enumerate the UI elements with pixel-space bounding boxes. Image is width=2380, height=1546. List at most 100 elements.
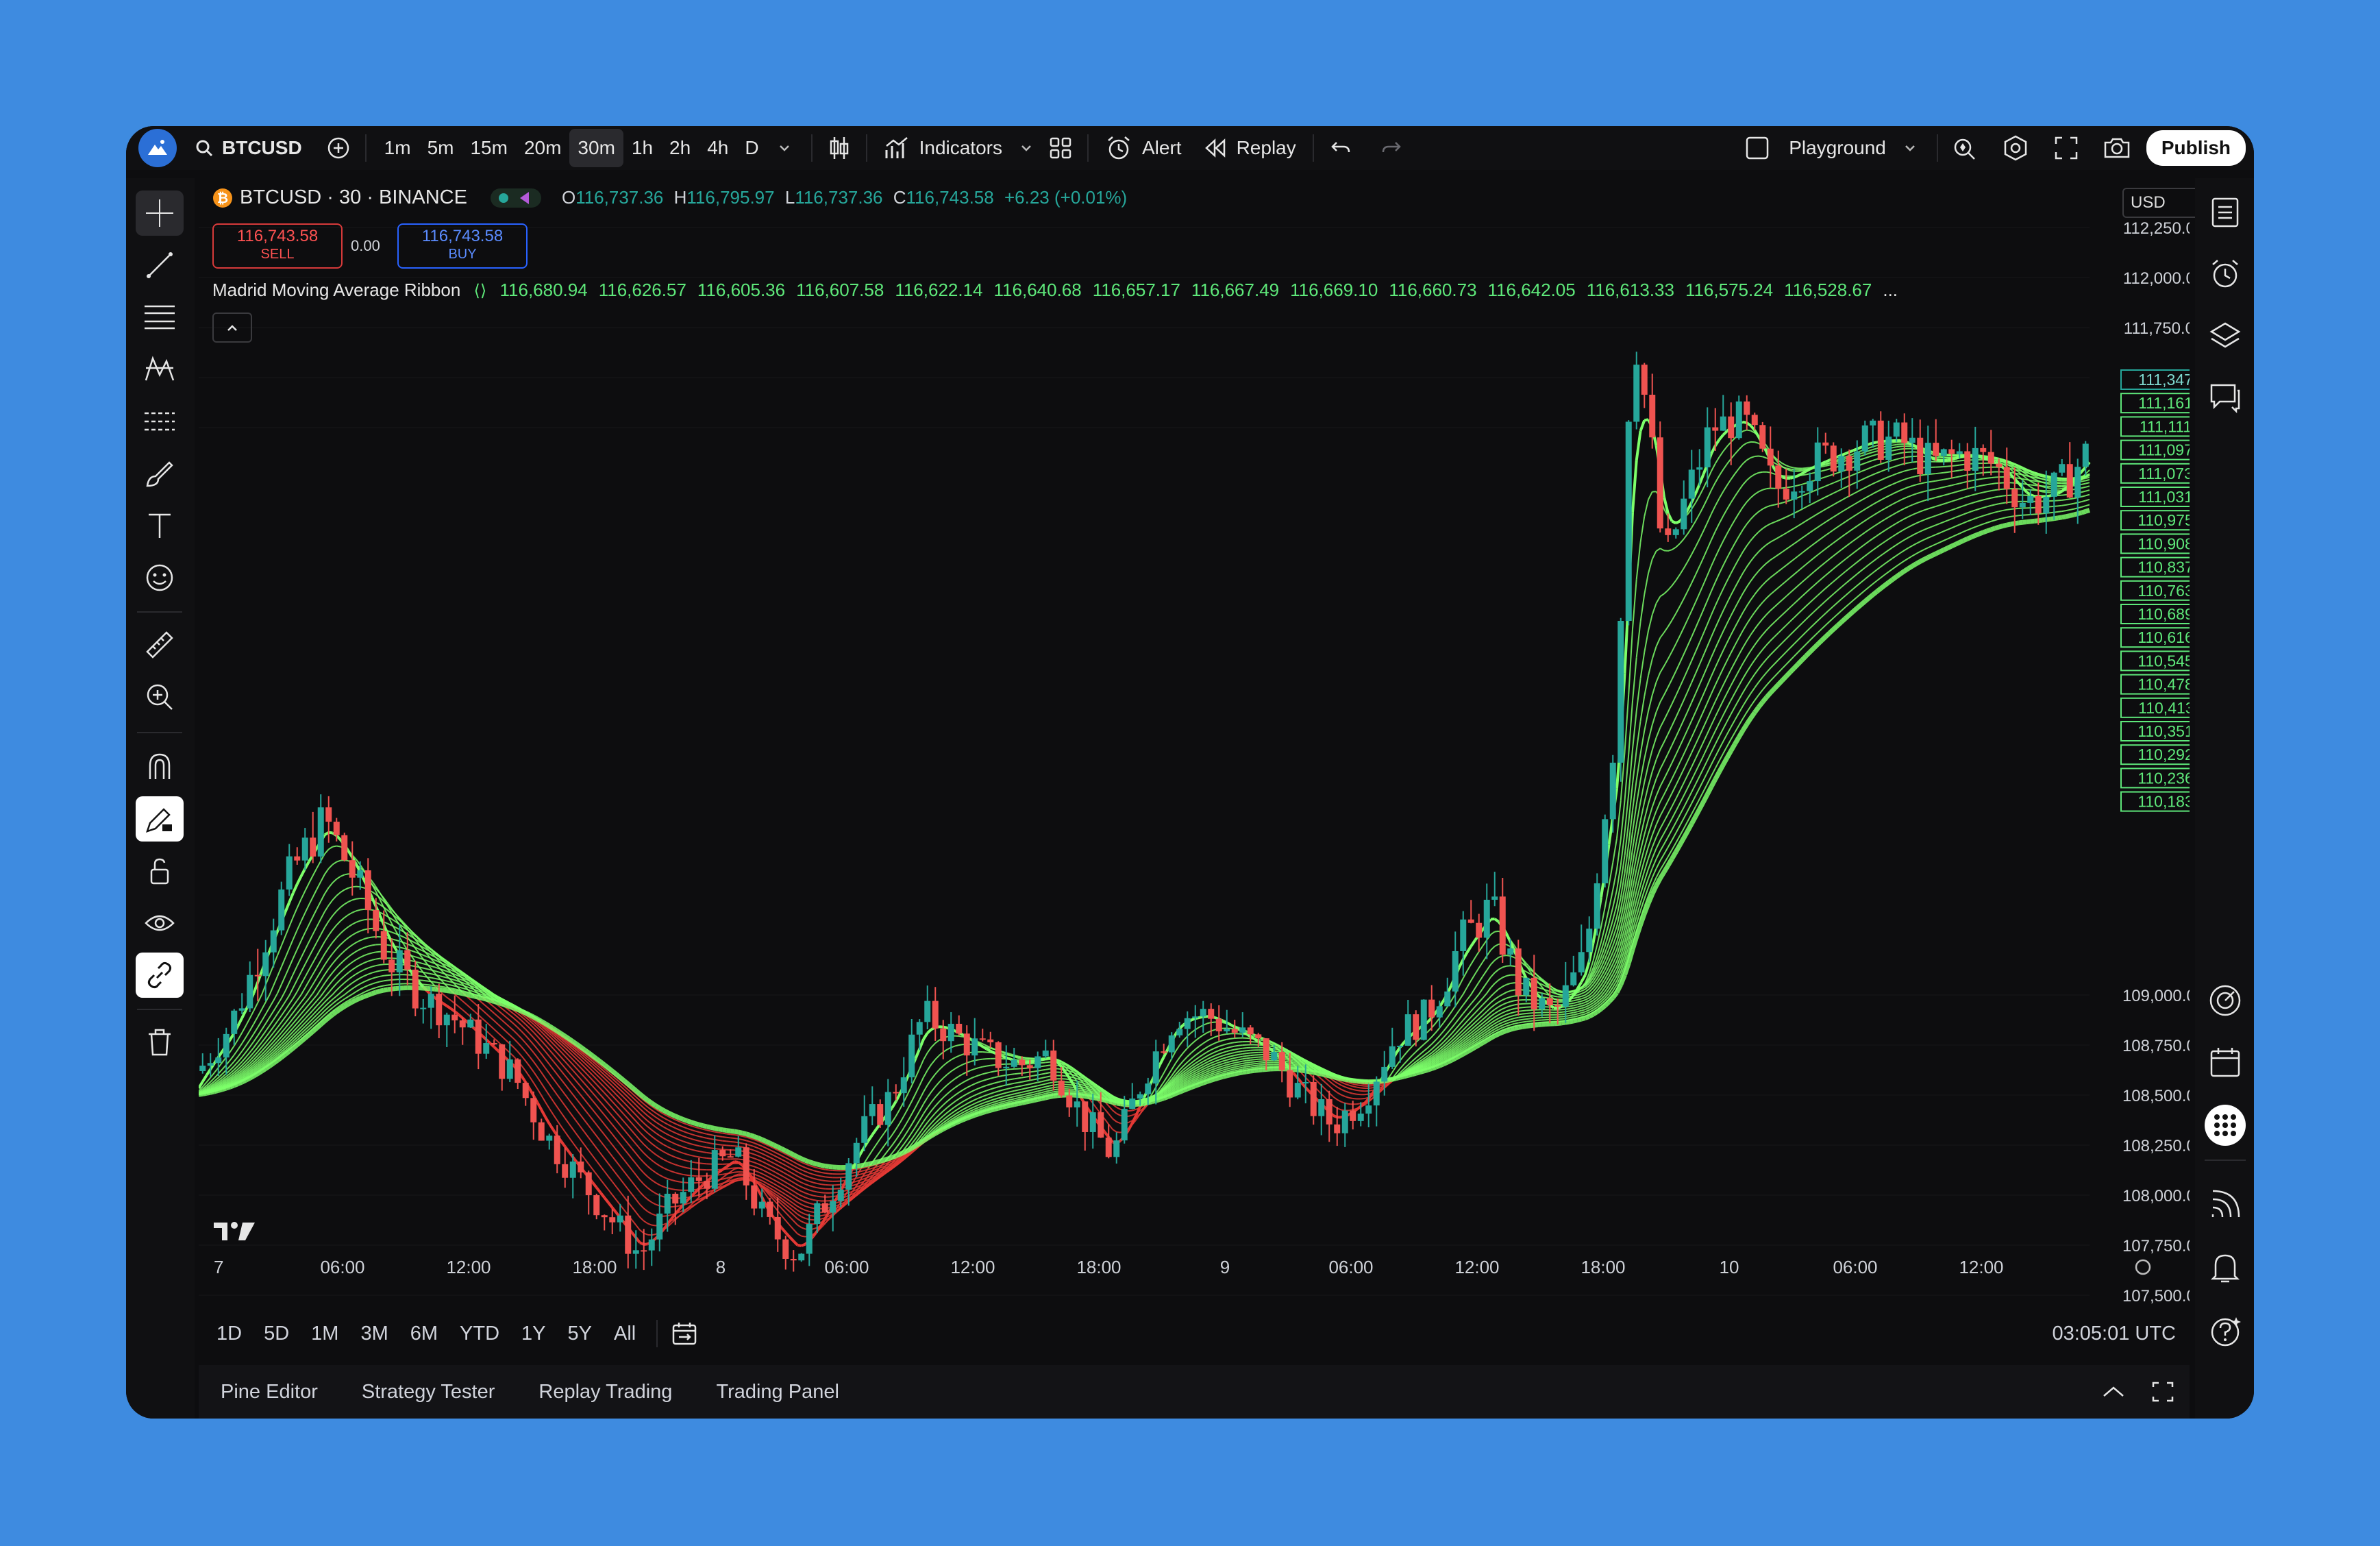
timeframe-5m[interactable]: 5m bbox=[419, 129, 462, 167]
ribbon-line-segment bbox=[1486, 977, 1491, 983]
ribbon-line-segment bbox=[899, 1127, 905, 1135]
compare-symbol-button[interactable] bbox=[321, 131, 356, 165]
snapshot-button[interactable] bbox=[2100, 131, 2134, 165]
ribbon-line-segment bbox=[592, 1130, 597, 1137]
ribbon-line-segment bbox=[1482, 992, 1488, 998]
chart-type-button[interactable] bbox=[822, 131, 856, 165]
ribbon-line-segment bbox=[982, 1084, 987, 1088]
indicators-dropdown[interactable] bbox=[1009, 131, 1043, 165]
ribbon-line-segment bbox=[623, 1148, 629, 1155]
ribbon-line-segment bbox=[765, 1182, 771, 1186]
text-tool[interactable] bbox=[136, 503, 184, 548]
layouts-button[interactable] bbox=[1043, 131, 1078, 165]
ribbon-line-segment bbox=[671, 1188, 675, 1190]
ribbon-line-segment bbox=[249, 1046, 255, 1053]
ribbon-line-segment bbox=[1112, 1118, 1117, 1122]
trend-line-tool[interactable] bbox=[136, 243, 184, 288]
hide-drawings-tool[interactable] bbox=[136, 900, 184, 946]
layout-dropdown[interactable] bbox=[1893, 131, 1927, 165]
ribbon-line-segment bbox=[958, 1101, 964, 1105]
timeframe-4h[interactable]: 4h bbox=[699, 129, 736, 167]
settings-button[interactable] bbox=[1998, 131, 2033, 165]
ribbon-line-segment bbox=[631, 1138, 637, 1145]
alert-button[interactable]: Alert bbox=[1098, 134, 1189, 162]
ribbon-line-segment bbox=[1498, 966, 1503, 970]
ribbon-line-segment bbox=[1825, 475, 1830, 478]
ribbon-line-segment bbox=[249, 1041, 255, 1048]
stay-in-drawing-mode-tool[interactable] bbox=[136, 796, 184, 842]
ribbon-line-segment bbox=[643, 1172, 649, 1177]
timeframe-1m[interactable]: 1m bbox=[376, 129, 419, 167]
ribbon-line-segment bbox=[264, 1031, 271, 1038]
remove-drawings-tool[interactable] bbox=[136, 1020, 184, 1065]
ribbon-line-segment bbox=[1490, 983, 1496, 989]
ribbon-line-segment bbox=[277, 966, 282, 977]
sync-drawings-tool[interactable] bbox=[136, 953, 184, 998]
app-logo[interactable] bbox=[138, 129, 177, 167]
ribbon-line-segment bbox=[288, 957, 294, 968]
ruler-tool[interactable] bbox=[136, 622, 184, 667]
divider bbox=[865, 134, 867, 162]
emoji-tool[interactable] bbox=[136, 555, 184, 600]
ribbon-line-segment bbox=[1868, 483, 1874, 487]
ribbon-line-segment bbox=[1746, 518, 1752, 525]
timeframe-2h[interactable]: 2h bbox=[661, 129, 699, 167]
ribbon-line-segment bbox=[1632, 579, 1637, 630]
ribbon-line-segment bbox=[797, 1205, 802, 1210]
lock-drawings-tool[interactable] bbox=[136, 848, 184, 894]
ribbon-line-segment bbox=[308, 896, 314, 905]
ribbon-line-segment bbox=[939, 1096, 944, 1103]
timeframe-20m[interactable]: 20m bbox=[516, 129, 569, 167]
ribbon-line-segment bbox=[1702, 548, 1709, 559]
timeframe-15m[interactable]: 15m bbox=[462, 129, 515, 167]
magnet-tool[interactable] bbox=[136, 744, 184, 789]
crosshair-tool[interactable] bbox=[136, 191, 184, 236]
ribbon-line-segment bbox=[1490, 1009, 1496, 1014]
ribbon-line-segment bbox=[517, 1016, 523, 1022]
ribbon-line-segment bbox=[1821, 461, 1826, 465]
layout-name-button[interactable]: Playground bbox=[1738, 136, 1893, 160]
ribbon-line-segment bbox=[990, 1087, 995, 1090]
forecast-tool[interactable] bbox=[136, 399, 184, 444]
pattern-tool[interactable] bbox=[136, 347, 184, 392]
indicators-button[interactable]: Indicators bbox=[877, 135, 1009, 161]
timeframe-dropdown[interactable] bbox=[767, 131, 802, 165]
ribbon-line-segment bbox=[934, 1081, 940, 1088]
redo-button[interactable] bbox=[1374, 131, 1409, 165]
zoom-tool[interactable] bbox=[136, 674, 184, 720]
symbol-search[interactable]: BTCUSD bbox=[195, 137, 302, 159]
ribbon-line-segment bbox=[572, 1142, 578, 1149]
trend-line-icon bbox=[147, 252, 173, 278]
ribbon-line-segment bbox=[1734, 558, 1740, 567]
divider bbox=[810, 134, 813, 162]
ribbon-line-segment bbox=[552, 1048, 558, 1054]
ribbon-line-segment bbox=[596, 1090, 602, 1096]
ribbon-line-segment bbox=[1506, 1001, 1511, 1004]
ribbon-line-segment bbox=[1238, 1047, 1243, 1050]
ribbon-line-segment bbox=[545, 1051, 550, 1057]
timeframe-1h[interactable]: 1h bbox=[623, 129, 661, 167]
ribbon-line-segment bbox=[635, 1135, 641, 1141]
brush-tool[interactable] bbox=[136, 451, 184, 496]
ribbon-line-segment bbox=[304, 904, 310, 913]
quick-search-button[interactable] bbox=[1948, 131, 1982, 165]
replay-button[interactable]: Replay bbox=[1197, 137, 1303, 159]
ribbon-line-segment bbox=[300, 932, 306, 942]
fullscreen-button[interactable] bbox=[2049, 131, 2083, 165]
ribbon-line-segment bbox=[619, 1166, 625, 1173]
ribbon-line-segment bbox=[923, 1052, 928, 1060]
ribbon-line-segment bbox=[1486, 996, 1491, 1001]
ribbon-line-segment bbox=[572, 1129, 578, 1136]
chart-pane[interactable]: 112,250.00112,000.00111,750.00111,500.00… bbox=[199, 178, 2190, 1305]
timeframe-d[interactable]: D bbox=[736, 129, 767, 167]
ribbon-line-segment bbox=[1215, 1053, 1219, 1057]
timeframe-30m[interactable]: 30m bbox=[569, 129, 623, 167]
ribbon-line-segment bbox=[356, 948, 361, 953]
ribbon-line-segment bbox=[1202, 1064, 1208, 1068]
undo-button[interactable] bbox=[1324, 131, 1358, 165]
publish-button[interactable]: Publish bbox=[2146, 130, 2246, 166]
chart-canvas[interactable]: 112,250.00112,000.00111,750.00111,500.00… bbox=[199, 178, 2190, 1305]
ribbon-line-segment bbox=[647, 1147, 652, 1153]
ribbon-line-segment bbox=[1202, 1062, 1208, 1065]
fib-tool[interactable] bbox=[136, 295, 184, 340]
